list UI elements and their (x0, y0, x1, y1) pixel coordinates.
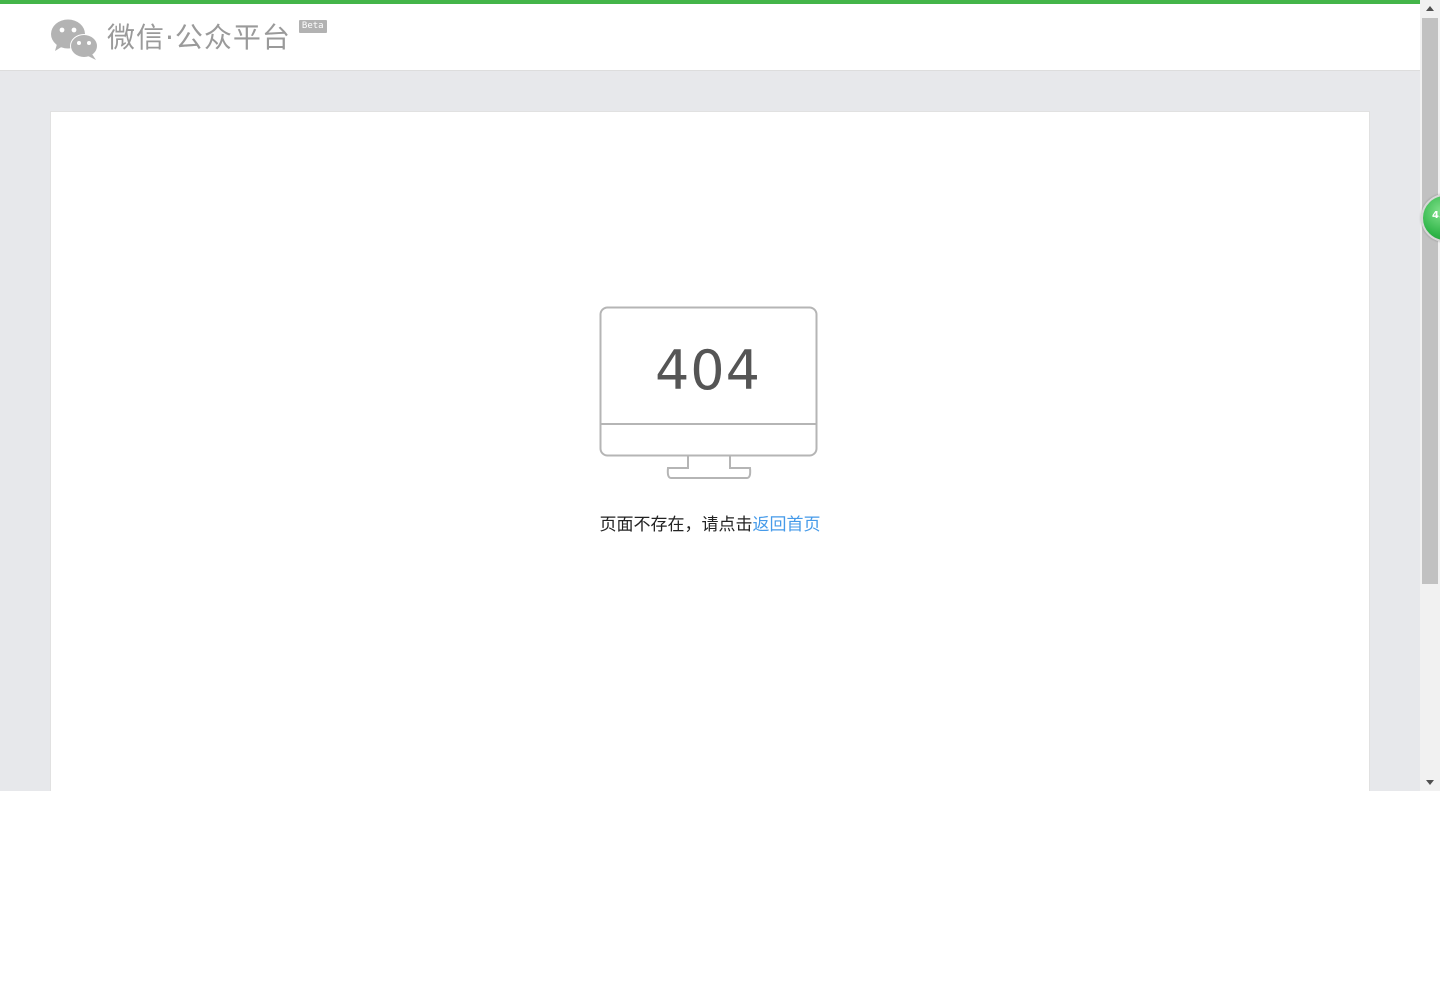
scroll-down-button[interactable] (1420, 774, 1440, 791)
error-message: 页面不存在，请点击返回首页 (51, 513, 1369, 537)
scroll-up-button[interactable] (1420, 0, 1440, 17)
error-card: 404 页面不存在，请点击返回首页 (50, 111, 1370, 791)
scroll-thumb[interactable] (1422, 18, 1438, 584)
error-message-text: 页面不存在，请点击 (599, 515, 753, 535)
wechat-logo-icon (51, 19, 98, 60)
brand-logo[interactable]: 微信·公众平台 Beta (50, 18, 327, 62)
page-header: 微信·公众平台 Beta (0, 4, 1420, 71)
floating-badge-label: 45 (1432, 210, 1440, 221)
error-code: 404 (654, 339, 762, 402)
scroll-up-arrow-icon (1426, 6, 1434, 11)
scroll-down-arrow-icon (1426, 780, 1434, 785)
return-home-link[interactable]: 返回首页 (753, 515, 821, 535)
vertical-scrollbar[interactable] (1420, 0, 1440, 791)
beta-badge: Beta (298, 20, 327, 33)
brand-name: 微信·公众平台 (107, 21, 291, 54)
browser-viewport: 微信·公众平台 Beta 404 页面不存在，请点击返回首页 45 (0, 0, 1440, 791)
